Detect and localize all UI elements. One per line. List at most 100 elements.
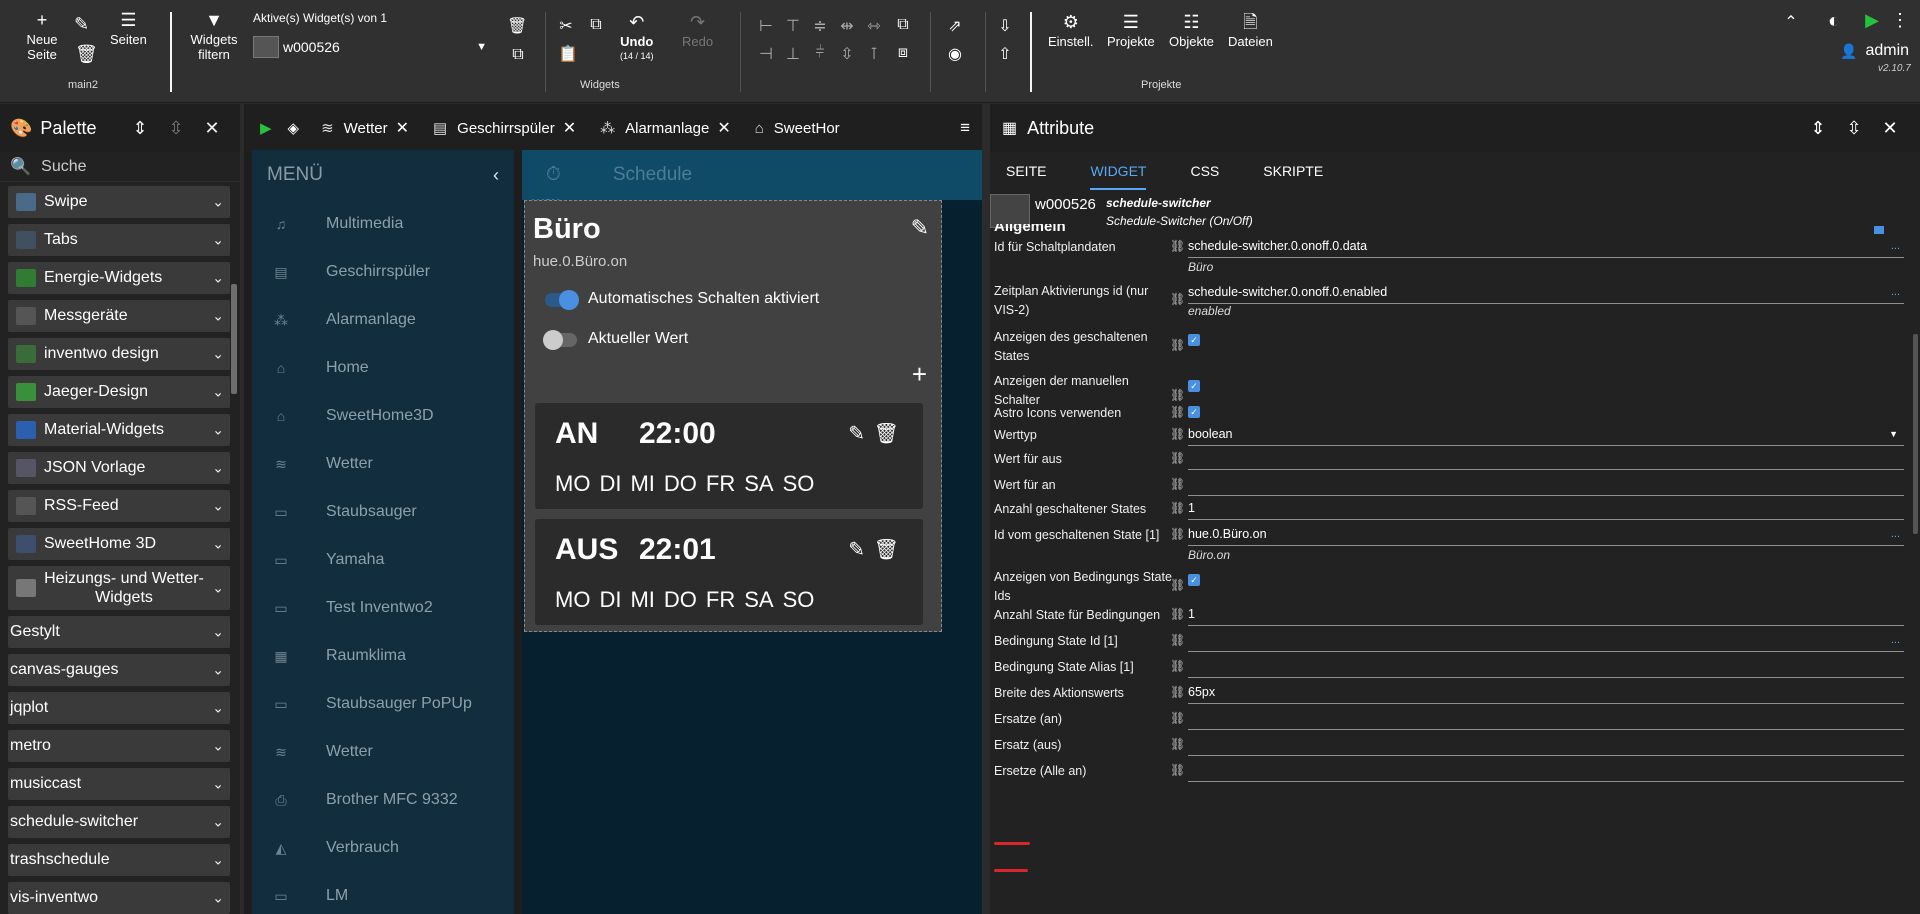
menu-item[interactable]: ▭ Yamaha [252,536,514,584]
attribute-field[interactable] [1188,708,1904,730]
attribute-field[interactable]: schedule-switcher.0.onoff.0.enabled... [1188,282,1904,304]
bring-front-icon[interactable]: ⧉ [893,16,913,34]
select-id-button[interactable]: ... [1891,282,1900,302]
scrollbar[interactable] [231,284,237,394]
align-center-v-icon[interactable]: ≑ [810,16,830,36]
menu-item[interactable]: ◭ Verbrauch [252,824,514,872]
link-icon[interactable]: ⛓ [1170,338,1185,352]
palette-group[interactable]: Energie-Widgets ⌄ [8,262,230,294]
run-icon[interactable]: ▶ [1862,10,1882,31]
paste-icon[interactable]: 📋 [558,44,578,64]
palette-group[interactable]: Tabs ⌄ [8,224,230,256]
palette-group[interactable]: Heizungs- und Wetter-Widgets ⌄ [8,566,230,610]
align-top-icon[interactable]: ⊤ [783,16,803,36]
attribute-field[interactable]: 1 [1188,604,1904,626]
files-button[interactable]: 🗎 Dateien [1228,12,1273,49]
attribute-field[interactable] [1188,656,1904,678]
palette-group[interactable]: schedule-switcher ⌄ [8,806,230,838]
link-icon[interactable]: ⛓ [1170,578,1185,592]
attribute-field[interactable]: 65px [1188,682,1904,704]
collapse-all-icon[interactable]: ⇳ [1836,118,1872,139]
chevron-down-icon[interactable]: ⌄ [212,814,224,831]
value-type-select[interactable]: boolean ▼ [1188,424,1904,446]
scrollbar[interactable] [1913,334,1918,534]
open-external-icon[interactable]: ⇗ [945,16,965,36]
new-page-button[interactable]: + Neue Seite [22,10,62,62]
tab-seite[interactable]: SEITE [1006,152,1046,190]
link-icon[interactable]: ⛓ [1170,737,1185,751]
link-icon[interactable]: ⛓ [1170,659,1185,673]
chevron-down-icon[interactable]: ⌄ [212,776,224,793]
close-tab-icon[interactable]: ✕ [717,118,730,138]
checkbox[interactable]: ✓ [1188,380,1200,392]
palette-group[interactable]: trashschedule ⌄ [8,844,230,876]
attribute-field[interactable] [1188,760,1904,782]
distribute-space-icon[interactable]: ⇿ [864,16,884,36]
attribute-field[interactable]: ... [1188,630,1904,652]
tab-widget[interactable]: WIDGET [1090,152,1147,190]
chevron-down-icon[interactable]: ⌄ [212,308,224,325]
link-icon[interactable]: ⛓ [1170,527,1185,541]
close-icon[interactable]: ✕ [194,118,230,139]
tab-skripte[interactable]: SKRIPTE [1263,152,1323,190]
tabs-menu-icon[interactable]: ≡ [960,118,970,138]
menu-item[interactable]: ▭ Staubsauger [252,488,514,536]
palette-group[interactable]: JSON Vorlage ⌄ [8,452,230,484]
link-icon[interactable]: ⛓ [1170,239,1185,253]
palette-group[interactable]: inventwo design ⌄ [8,338,230,370]
link-icon[interactable]: ⛓ [1170,607,1185,621]
trigger-card[interactable]: AN 22:00 ✎ 🗑 MO DI MI DO FR SA SO [535,403,923,509]
palette-group[interactable]: vis-inventwo ⌄ [8,882,230,914]
edit-trigger-icon[interactable]: ✎ [848,537,865,562]
widget-select[interactable]: w000526 ▼ [253,34,487,60]
select-id-button[interactable]: ... [1891,630,1900,650]
chevron-left-icon[interactable]: ‹ [493,165,499,186]
attribute-field[interactable] [1188,474,1904,496]
chevron-down-icon[interactable]: ⌄ [212,700,224,717]
copy-icon[interactable]: ⧉ [586,16,606,34]
align-center-h-icon[interactable]: ⫩ [810,44,830,62]
checkbox[interactable]: ✓ [1188,574,1200,586]
search-input[interactable]: Suche [41,158,86,176]
palette-group[interactable]: SweetHome 3D ⌄ [8,528,230,560]
close-icon[interactable]: ✕ [1872,118,1908,139]
delete-page-button[interactable]: 🗑 [75,44,98,66]
attribute-field[interactable]: schedule-switcher.0.onoff.0.data... [1188,236,1904,258]
user-menu[interactable]: 👤 admin [1840,42,1909,60]
chevron-down-icon[interactable]: ⌄ [212,498,224,515]
chevron-down-icon[interactable]: ⌄ [212,422,224,439]
distribute-h-icon[interactable]: ⇹ [837,16,857,36]
menu-item[interactable]: ♫ Multimedia [252,200,514,248]
edit-name-icon[interactable]: ✎ [911,215,929,241]
link-icon[interactable]: ⛓ [1170,633,1185,647]
add-trigger-icon[interactable]: + [912,359,927,390]
link-icon[interactable]: ⛓ [1170,685,1185,699]
auto-switch-toggle[interactable] [545,290,579,310]
export-icon[interactable]: ⇧ [995,44,1015,64]
tab-sweethome[interactable]: ⌂ SweetHor [743,104,852,152]
link-icon[interactable]: ⛓ [1170,711,1185,725]
chevron-down-icon[interactable]: ⌄ [212,536,224,553]
menu-item[interactable]: ▤ Geschirrspüler [252,248,514,296]
delete-widget-icon[interactable]: 🗑 [507,16,527,36]
attribute-field[interactable]: hue.0.Büro.on... [1188,524,1904,546]
trigger-card[interactable]: AUS 22:01 ✎ 🗑 MO DI MI DO FR SA SO [535,519,923,625]
menu-item[interactable]: ▭ Test Inventwo2 [252,584,514,632]
more-vert-icon[interactable]: ⋮ [1890,10,1910,31]
chevron-down-icon[interactable]: ⌄ [212,624,224,641]
chevron-down-icon[interactable]: ⌄ [212,460,224,477]
menu-item[interactable]: ⌂ SweetHome3D [252,392,514,440]
import-icon[interactable]: ⇩ [995,16,1015,36]
palette-group[interactable]: Jaeger-Design ⌄ [8,376,230,408]
tab-css[interactable]: CSS [1190,152,1219,190]
align-left-icon[interactable]: ⊢ [756,16,776,36]
palette-group[interactable]: Material-Widgets ⌄ [8,414,230,446]
dropdown-arrow-icon[interactable]: ▼ [1889,424,1898,444]
palette-group[interactable]: jqplot ⌄ [8,692,230,724]
menu-item[interactable]: ▭ LM [252,872,514,914]
close-tab-icon[interactable]: ✕ [396,118,409,138]
link-icon[interactable]: ⛓ [1170,405,1185,419]
tab-wetter[interactable]: ≋ Wetter ✕ [309,104,421,152]
collapse-all-icon[interactable]: ⇳ [158,118,194,139]
expand-all-icon[interactable]: ⇕ [1800,118,1836,139]
